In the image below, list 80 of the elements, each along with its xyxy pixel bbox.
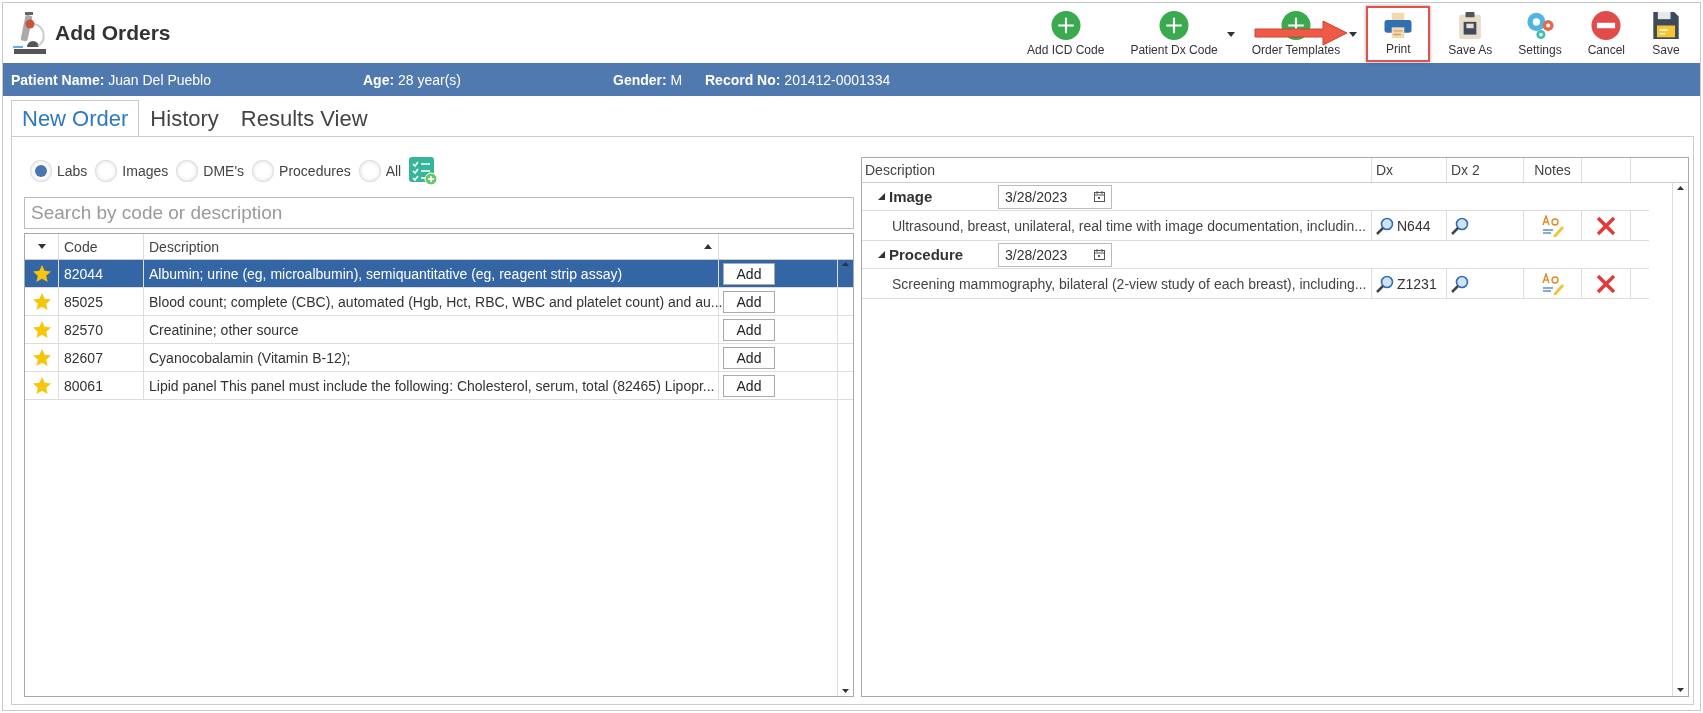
toolbar-button[interactable]: Cancel (1579, 6, 1633, 62)
patient-field: Age: 28 year(s) (363, 71, 613, 88)
radio-button[interactable]: Images (95, 160, 169, 182)
add-button[interactable]: Add (723, 262, 775, 285)
delete-icon[interactable] (1596, 215, 1616, 236)
column-header[interactable]: Description (865, 162, 936, 178)
group-label: Image (889, 188, 934, 205)
toolbar-button[interactable]: Print (1366, 6, 1431, 62)
column-header[interactable]: Dx (1376, 162, 1394, 178)
date-field[interactable]: 3/28/2023 (998, 242, 1112, 267)
table-cell: 82044 (64, 265, 103, 282)
radio-button[interactable]: Labs (30, 160, 88, 182)
table-cell: Screening mammography, bilateral (2-view study of each breast), including... (892, 275, 1367, 292)
column-header[interactable]: Notes (1534, 162, 1571, 178)
add-button[interactable]: Add (723, 374, 775, 397)
calendar-icon[interactable] (1094, 191, 1105, 202)
table-cell: 80061 (64, 377, 103, 394)
search-icon[interactable] (1451, 216, 1469, 235)
column-header[interactable]: Code (64, 238, 98, 255)
scroll-down-icon[interactable] (1677, 688, 1684, 692)
notes-icon[interactable] (1540, 272, 1565, 295)
add-button[interactable]: Add (723, 318, 775, 341)
caret-icon[interactable] (1349, 31, 1358, 37)
table-cell: N644 (1397, 217, 1431, 234)
search-icon[interactable] (1376, 274, 1394, 293)
expanded-icon[interactable] (878, 251, 885, 258)
group-label: Procedure (889, 246, 965, 263)
search-icon[interactable] (1376, 216, 1394, 235)
tab[interactable]: Results View (229, 100, 379, 136)
add-icon (1050, 11, 1081, 40)
table-cell: Creatinine; other source (149, 321, 299, 338)
table-cell: Cyanocobalamin (Vitamin B-12); (149, 349, 351, 366)
calendar-icon[interactable] (1094, 249, 1105, 260)
tab[interactable]: New Order (11, 100, 140, 136)
table-cell: Lipid panel This panel must include the following: Cholesterol, serum, total (82465) Lipopr... (149, 377, 715, 394)
add-icon (1159, 11, 1190, 40)
search-icon[interactable] (1451, 274, 1469, 293)
toolbar-button[interactable]: Add ICD Code (1019, 6, 1113, 62)
clipboard-icon (1457, 11, 1484, 40)
cancel-icon (1590, 11, 1623, 40)
search-field[interactable]: Search by code or description (24, 197, 854, 229)
table-row[interactable]: 82044 Albumin; urine (eg, microalbumin), semiquantitative (eg, reagent strip assay) Add (25, 260, 853, 288)
add-button[interactable]: Add (723, 290, 775, 313)
add-button[interactable]: Add (723, 346, 775, 369)
radio-button[interactable]: Procedures (252, 160, 351, 182)
table-row[interactable]: 82570 Creatinine; other source Add (25, 316, 853, 344)
toolbar-button[interactable]: Save As (1440, 6, 1501, 62)
table-row[interactable]: 85025 Blood count; complete (CBC), automated (Hgb, Hct, RBC, WBC and platelet count) and au... Add (25, 288, 853, 316)
table-cell: Ultrasound, breast, unilateral, real time with image documentation, includin... (892, 217, 1366, 234)
table-cell: 85025 (64, 293, 103, 310)
toolbar-button[interactable]: Save (1643, 6, 1689, 62)
table-cell: Blood count; complete (CBC), automated (Hgb, Hct, RBC, WBC and platelet count) and au... (149, 293, 723, 310)
tab[interactable]: History (139, 100, 230, 136)
column-header[interactable]: Description (149, 238, 220, 255)
patient-field: Record No: 201412-0001334 (705, 71, 891, 88)
table-row[interactable]: 80061 Lipid panel This panel must include the following: Cholesterol, serum, total (82465) Lipopr... Add (25, 372, 853, 400)
scroll-up-icon[interactable] (1677, 186, 1684, 190)
table-cell: Albumin; urine (eg, microalbumin), semiquantitative (eg, reagent strip assay) (149, 265, 623, 282)
table-cell: 82570 (64, 321, 103, 338)
dropdown-icon[interactable] (37, 244, 46, 249)
checklist-icon[interactable] (409, 157, 438, 185)
date-field[interactable]: 3/28/2023 (998, 184, 1112, 209)
notes-icon[interactable] (1540, 214, 1565, 237)
table-row[interactable]: 82607 Cyanocobalamin (Vitamin B-12); Add (25, 344, 853, 372)
patient-field: Patient Name: Juan Del Pueblo (11, 71, 363, 88)
delete-icon[interactable] (1596, 273, 1616, 294)
window-title: Add Orders (55, 21, 171, 45)
scroll-down-icon[interactable] (842, 689, 849, 693)
printer-icon (1382, 12, 1415, 39)
table-cell: Z1231 (1397, 275, 1437, 292)
caret-icon[interactable] (1226, 31, 1235, 37)
column-header[interactable]: Dx 2 (1451, 162, 1480, 178)
microscope-icon (11, 11, 47, 55)
table-cell: 82607 (64, 349, 103, 366)
expanded-icon[interactable] (878, 193, 885, 200)
radio-button[interactable]: DME's (176, 160, 245, 182)
toolbar-button[interactable]: Patient Dx Code (1122, 6, 1226, 62)
patient-field: Gender: M (613, 71, 705, 88)
sort-icon (704, 244, 712, 249)
toolbar-button[interactable]: Settings (1510, 6, 1570, 62)
